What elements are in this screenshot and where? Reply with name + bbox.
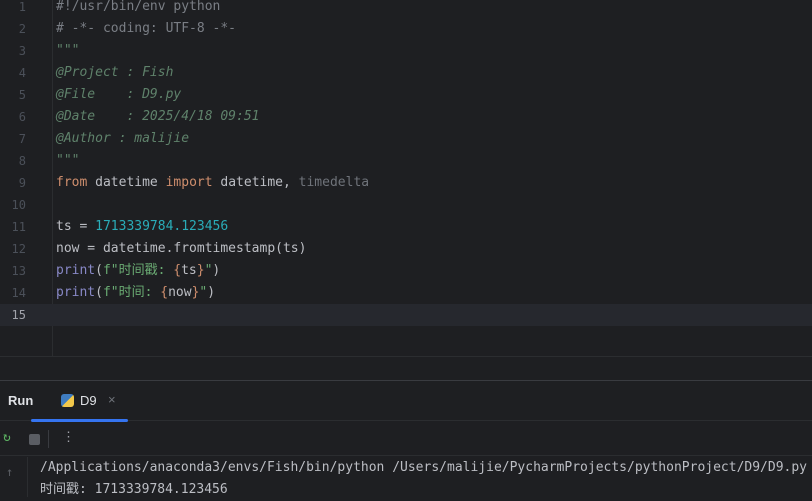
code-token: @File : D9.py [56, 87, 182, 102]
code-line[interactable]: 1 #!/usr/bin/env python [0, 0, 812, 18]
code-token: datetime [87, 175, 166, 190]
code-token: now = datetime.fromtimestamp(ts) [56, 241, 307, 256]
code-token: # -*- coding: UTF-8 -*- [56, 21, 237, 36]
line-number: 9 [18, 176, 26, 190]
line-number: 4 [18, 66, 26, 80]
code-token: ts = [56, 219, 96, 234]
scroll-up-icon[interactable]: ↑ [6, 465, 13, 479]
line-number: 6 [18, 110, 26, 124]
code-token: #!/usr/bin/env python [56, 0, 221, 14]
code-token: from [56, 175, 88, 190]
close-icon[interactable]: × [108, 392, 116, 407]
code-line[interactable]: 5 @File : D9.py [0, 84, 812, 106]
code-token: timedelta [298, 175, 370, 190]
line-number: 10 [11, 198, 26, 212]
editor-bottom-area [0, 356, 812, 380]
line-number: 5 [18, 88, 26, 102]
line-number: 3 [18, 44, 26, 58]
rerun-icon[interactable]: ↻ [3, 430, 11, 445]
code-line[interactable]: 15 [0, 304, 812, 326]
run-toolbar: ↻ ⋮ [0, 422, 812, 456]
code-token: datetime, [212, 175, 299, 190]
code-token: ) [212, 263, 221, 278]
code-token: } [196, 263, 205, 278]
code-token: """ [56, 43, 80, 58]
line-code: print(f"时间: {now}") [56, 282, 215, 304]
code-token: print [56, 263, 96, 278]
line-number: 14 [11, 286, 26, 300]
code-token: f"时间戳: [102, 263, 174, 278]
code-token: import [165, 175, 213, 190]
code-line[interactable]: 10 [0, 194, 812, 216]
code-line[interactable]: 8 """ [0, 150, 812, 172]
code-token: print [56, 285, 96, 300]
code-token: @Date : 2025/4/18 09:51 [56, 109, 260, 124]
code-line[interactable]: 9 from datetime import datetime, timedelt… [0, 172, 812, 194]
code-token: { [173, 263, 182, 278]
code-token: ts [181, 263, 197, 278]
line-code: ts = 1713339784.123456 [56, 216, 228, 238]
console-gutter: ↑ [0, 457, 28, 497]
code-token: ( [95, 263, 103, 278]
line-number: 1 [18, 0, 26, 14]
console-output[interactable]: ↑ /Applications/anaconda3/envs/Fish/bin/… [0, 457, 812, 497]
tab-d9[interactable]: D9 × [31, 381, 128, 422]
console-line: /Applications/anaconda3/envs/Fish/bin/py… [40, 460, 808, 475]
run-tool-window: Run D9 × ↻ ⋮ ↑ /Applications/anaconda3/e… [0, 380, 812, 497]
code-line[interactable]: 13 print(f"时间戳: {ts}") [0, 260, 812, 282]
code-token: f"时间: [102, 285, 161, 300]
line-code: """ [56, 150, 79, 172]
code-token: @Author : malijie [56, 131, 190, 146]
more-icon[interactable]: ⋮ [62, 430, 75, 445]
line-code: from datetime import datetime, timedelta [56, 172, 369, 194]
console-line: 时间戳: 1713339784.123456 [40, 482, 228, 497]
code-line[interactable]: 11 ts = 1713339784.123456 [0, 216, 812, 238]
line-code: """ [56, 40, 79, 62]
code-token: ) [207, 285, 216, 300]
code-editor[interactable]: 1 #!/usr/bin/env python 2 # -*- coding: UTF… [0, 0, 812, 356]
run-title: Run [8, 393, 34, 408]
run-tab-bar: Run D9 × [0, 381, 812, 422]
code-line[interactable]: 12 now = datetime.fromtimestamp(ts) [0, 238, 812, 260]
line-code: @File : D9.py [56, 84, 181, 106]
code-line[interactable]: 14 print(f"时间: {now}") [0, 282, 812, 304]
line-number: 7 [18, 132, 26, 146]
line-number: 2 [18, 22, 26, 36]
line-code: @Author : malijie [56, 128, 189, 150]
code-token: { [160, 285, 169, 300]
code-token: @Project : Fish [56, 65, 174, 80]
code-token: 1713339784.123456 [95, 219, 229, 234]
tab-label: D9 [80, 393, 97, 408]
code-line[interactable]: 4 @Project : Fish [0, 62, 812, 84]
line-number: 13 [11, 264, 26, 278]
line-number: 8 [18, 154, 26, 168]
line-code: @Date : 2025/4/18 09:51 [56, 106, 260, 128]
code-token: """ [56, 153, 80, 168]
line-code: # -*- coding: UTF-8 -*- [56, 18, 236, 40]
line-number: 12 [11, 242, 26, 256]
line-code: #!/usr/bin/env python [56, 0, 220, 18]
line-code: print(f"时间戳: {ts}") [56, 260, 220, 282]
stop-icon[interactable] [29, 434, 40, 445]
line-number: 11 [11, 220, 26, 234]
code-line[interactable]: 6 @Date : 2025/4/18 09:51 [0, 106, 812, 128]
line-number: 15 [11, 308, 26, 322]
code-line[interactable]: 3 """ [0, 40, 812, 62]
code-line[interactable]: 2 # -*- coding: UTF-8 -*- [0, 18, 812, 40]
python-icon [61, 394, 74, 407]
line-code: @Project : Fish [56, 62, 173, 84]
line-code: now = datetime.fromtimestamp(ts) [56, 238, 306, 260]
code-token: now [168, 285, 192, 300]
code-token: ( [95, 285, 103, 300]
code-line[interactable]: 7 @Author : malijie [0, 128, 812, 150]
toolbar-divider [48, 430, 49, 448]
